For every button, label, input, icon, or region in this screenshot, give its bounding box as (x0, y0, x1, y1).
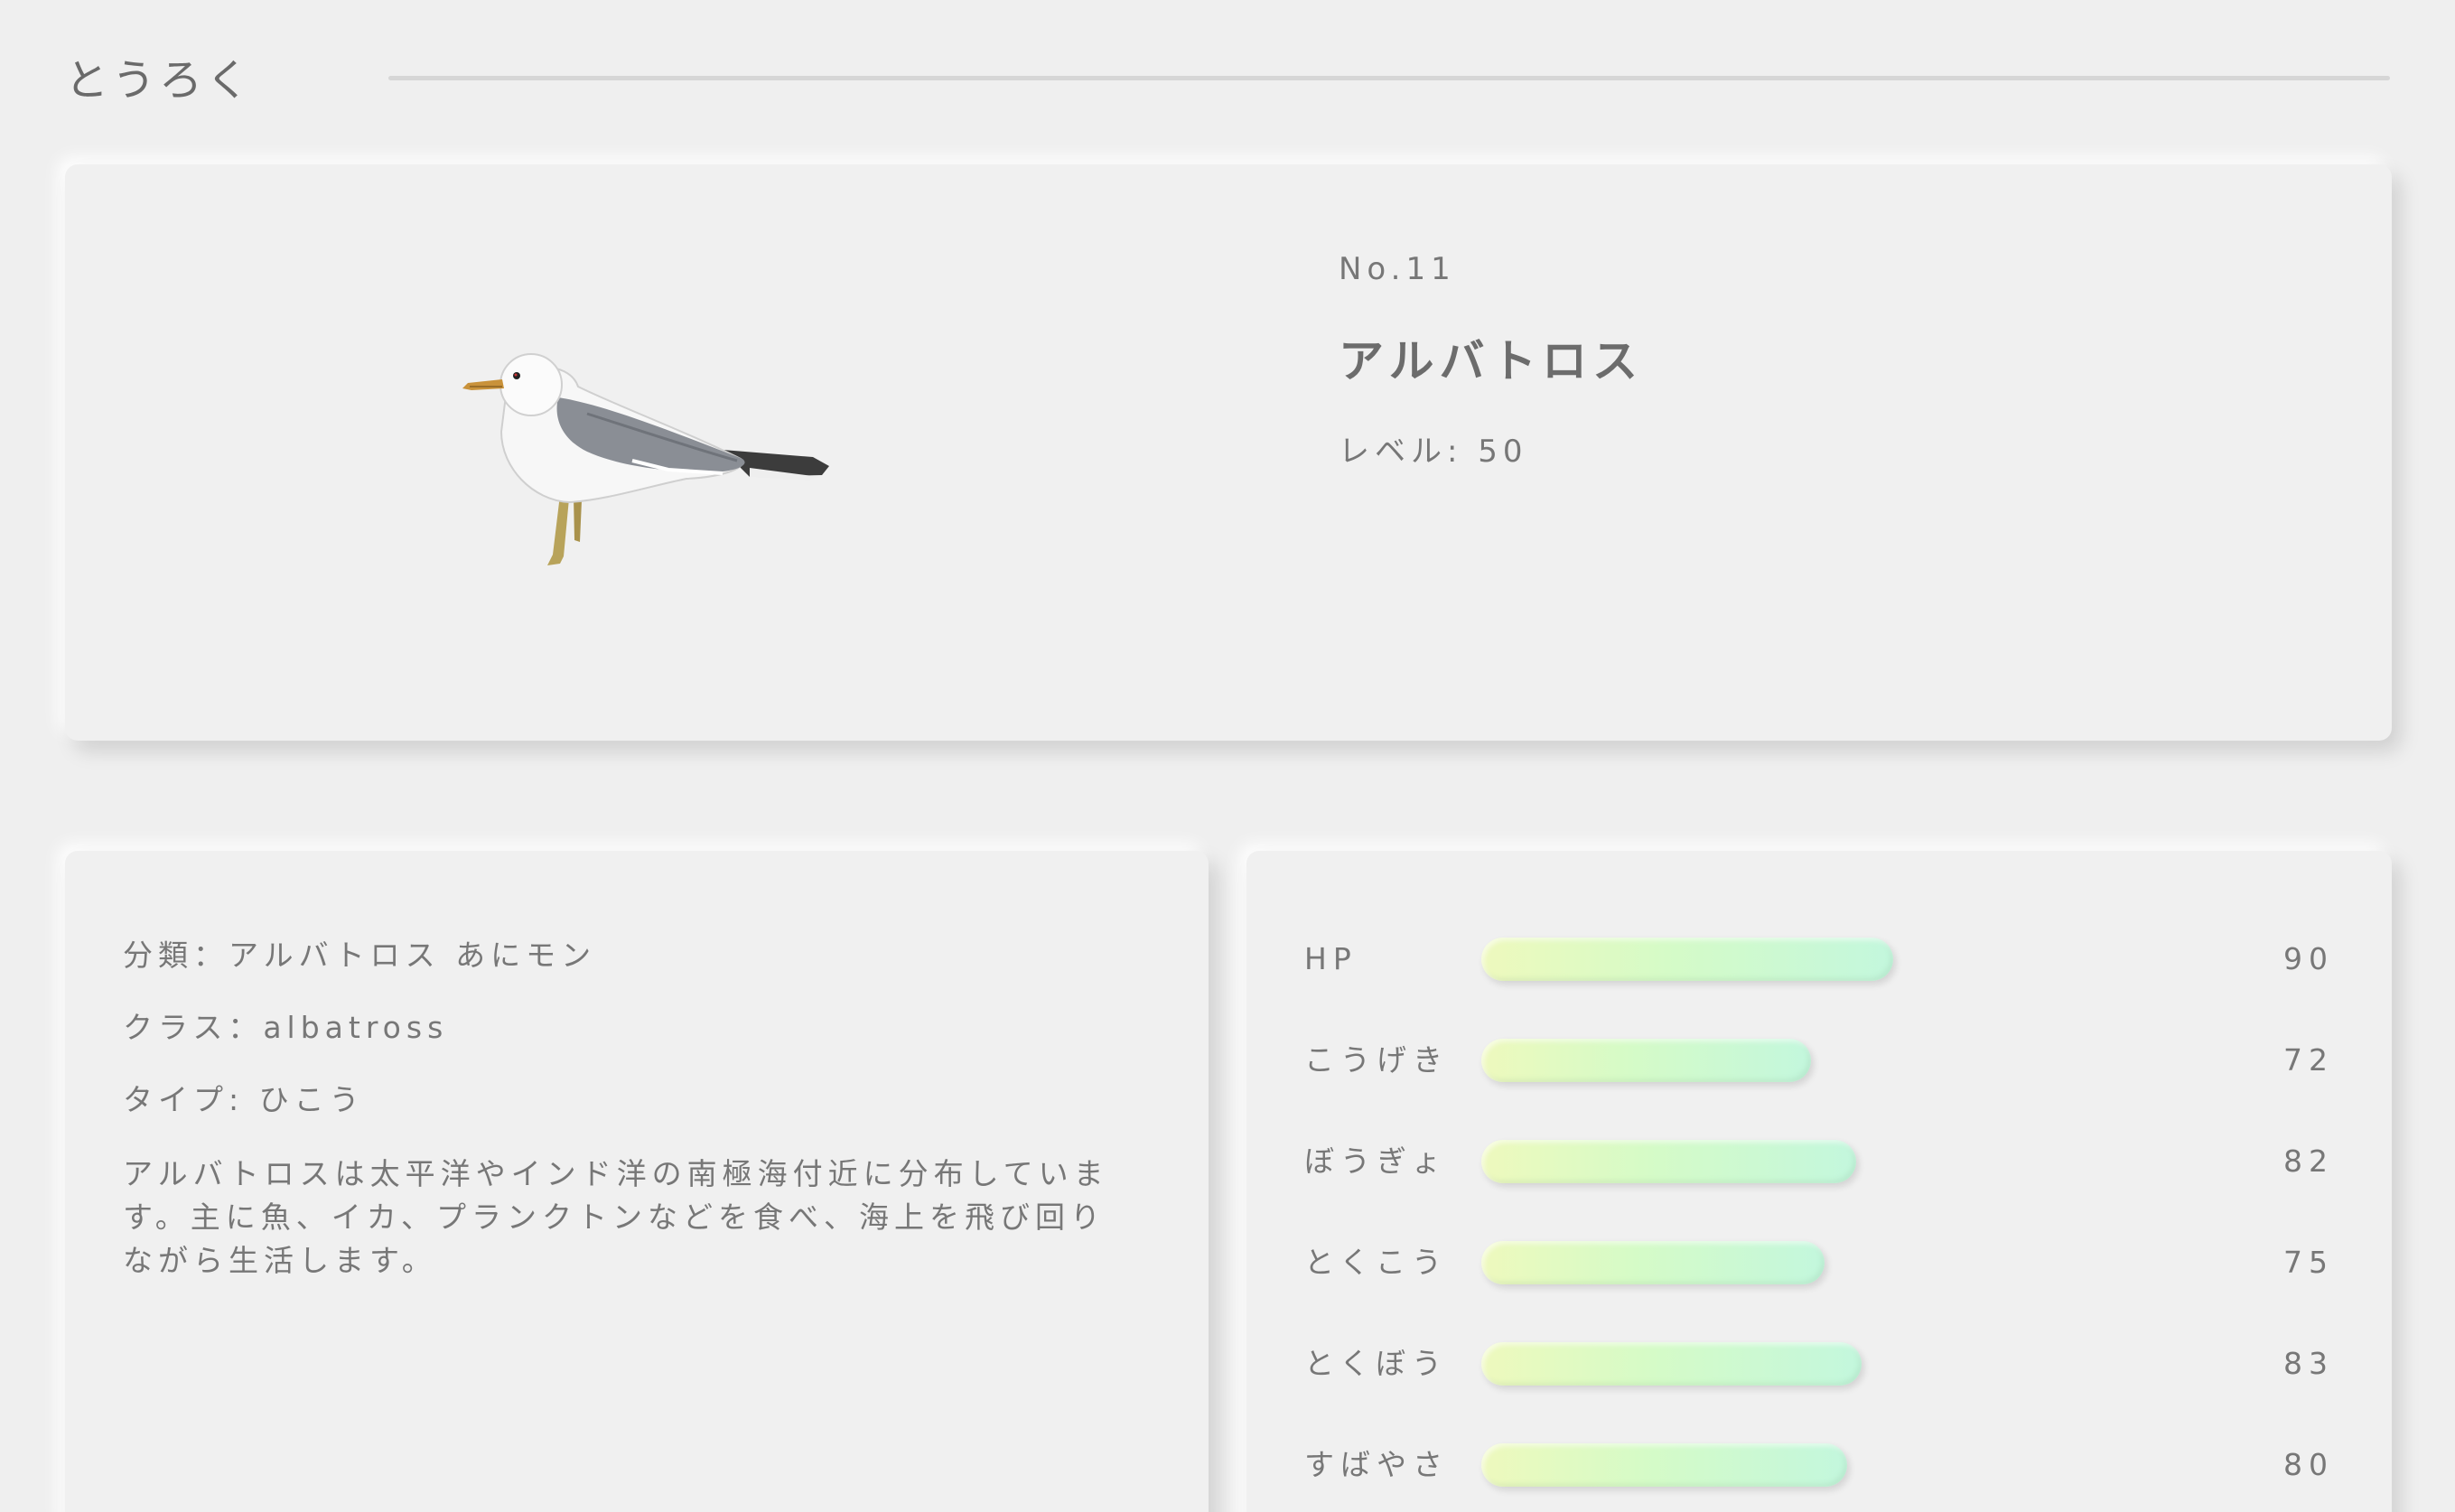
stat-value: 72 (2283, 1042, 2334, 1078)
stat-bar-track (1481, 1241, 2168, 1284)
stat-bar-fill (1481, 938, 1893, 981)
info-body: 分類：アルバトロス あにモン クラス：albatross タイプ: ひこう アル… (123, 936, 1134, 1283)
creature-name: アルバトロス (1339, 335, 1643, 387)
class-text: クラス：albatross (123, 1010, 449, 1045)
stat-bar-fill (1481, 1140, 1856, 1183)
stat-bar-fill (1481, 1241, 1825, 1284)
stat-label: とくこう (1304, 1245, 1449, 1280)
stat-value: 90 (2283, 941, 2334, 976)
stat-value: 83 (2283, 1346, 2334, 1381)
stat-bar-track (1481, 1342, 2168, 1386)
profile-details: No.11 アルバトロス レベル: 50 (1339, 251, 1643, 471)
header-divider (388, 75, 2390, 80)
stat-bar-fill (1481, 1342, 1862, 1386)
stat-bar-track (1481, 1140, 2168, 1183)
stat-bar-track (1481, 1443, 2168, 1487)
stats-card: HP 90 こうげき 72 ぼうぎょ 82 とくこう 75 とくぼう 83 すば… (1246, 851, 2392, 1512)
creature-level: レベル: 50 (1339, 434, 1528, 470)
stats-list: HP 90 こうげき 72 ぼうぎょ 82 とくこう 75 とくぼう 83 すば… (1304, 938, 2334, 1512)
type-text: タイプ: ひこう (123, 1082, 365, 1117)
stat-bar-track (1481, 938, 2168, 981)
header: とうろく (65, 43, 2390, 108)
stat-label: HP (1304, 941, 1358, 976)
stat-row-defense: ぼうぎょ 82 (1304, 1140, 2334, 1241)
info-card: 分類：アルバトロス あにモン クラス：albatross タイプ: ひこう アル… (65, 851, 1209, 1512)
page-title: とうろく (65, 55, 254, 106)
stat-value: 80 (2283, 1447, 2334, 1482)
stat-row-sp-attack: とくこう 75 (1304, 1241, 2334, 1342)
stat-row-hp: HP 90 (1304, 938, 2334, 1039)
stat-label: すばやさ (1304, 1447, 1449, 1482)
stat-label: こうげき (1304, 1042, 1449, 1078)
stat-label: ぼうぎょ (1304, 1143, 1448, 1179)
stat-label: とくぼう (1304, 1346, 1449, 1381)
stat-bar-track (1481, 1039, 2168, 1082)
albatross-image (462, 353, 829, 565)
stat-value: 75 (2283, 1245, 2334, 1280)
description-text: アルバトロスは太平洋やインド洋の南極海付近に分布しています。主に魚、イカ、プラン… (123, 1156, 1109, 1278)
page: とうろく No.11 アルバトロス レベル: 50 分類：アルバトロス あにモン… (0, 0, 2455, 1512)
stat-bar-fill (1481, 1443, 1847, 1487)
stat-bar-fill (1481, 1039, 1811, 1082)
profile-card: No.11 アルバトロス レベル: 50 (65, 164, 2392, 741)
classification-text: 分類：アルバトロス あにモン (123, 938, 597, 973)
creature-number: No.11 (1339, 251, 1456, 287)
stat-row-speed: すばやさ 80 (1304, 1443, 2334, 1512)
stat-row-sp-defense: とくぼう 83 (1304, 1342, 2334, 1443)
stat-value: 82 (2283, 1143, 2334, 1179)
stat-row-attack: こうげき 72 (1304, 1039, 2334, 1140)
